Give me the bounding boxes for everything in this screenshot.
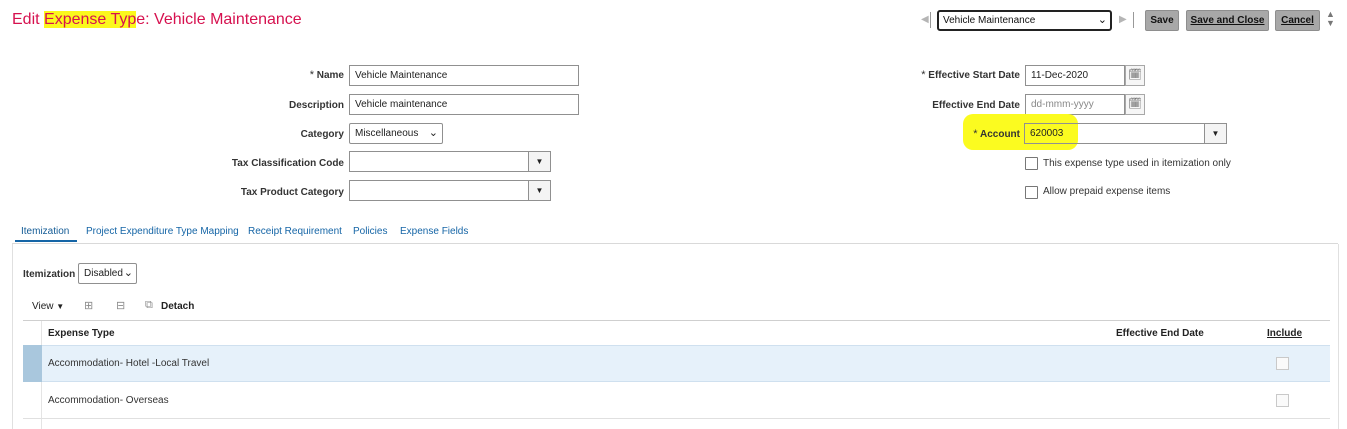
tab-itemization[interactable]: Itemization [21,226,69,237]
dropdown-arrow-icon[interactable]: ▼ [528,181,550,200]
itemization-only-checkbox[interactable] [1025,157,1038,170]
end-date-label: Effective End Date [932,100,1020,111]
start-date-label: * Effective Start Date [880,69,1020,81]
account-input[interactable]: 620003 ▼ [1024,123,1227,144]
previous-arrow-icon[interactable]: ◀ [921,14,929,25]
title-highlight: Expense Typ [44,11,137,28]
table-cell-expense-type: Accommodation- Hotel -Local Travel [48,358,210,369]
tax-product-label: Tax Product Category [240,187,344,198]
record-navigator-select[interactable]: Vehicle Maintenance ⌄ [937,10,1112,31]
active-tab-indicator [15,240,77,242]
view-menu[interactable]: View ▼ [32,301,64,312]
tax-classification-input[interactable]: ▼ [349,151,551,172]
name-label-text: Name [316,70,344,81]
table-row[interactable] [23,345,1330,382]
itemization-select[interactable]: Disabled ⌄ [78,263,137,284]
include-checkbox [1276,394,1289,407]
detach-button[interactable]: Detach [161,301,194,312]
dropdown-arrow-icon[interactable]: ▼ [528,152,550,171]
name-label: * Name [244,69,344,81]
include-checkbox [1276,357,1289,370]
account-label-text: Account [980,129,1020,140]
column-header-effective-end-date[interactable]: Effective End Date [1116,328,1204,339]
category-label: Category [300,129,344,140]
name-input[interactable]: Vehicle Maintenance [349,65,579,86]
table-row-divider [23,418,1330,419]
account-label: * Account [930,128,1020,140]
next-arrow-icon[interactable]: ▶ [1119,14,1127,25]
column-header-expense-type[interactable]: Expense Type [48,328,115,339]
category-value: Miscellaneous [355,128,419,139]
itemization-label: Itemization [23,269,76,280]
required-mark: * [921,69,926,81]
calendar-icon[interactable]: 🗓 [1125,94,1145,115]
calendar-icon[interactable]: 🗓 [1125,65,1145,86]
end-date-input[interactable]: dd-mmm-yyyy [1025,94,1125,115]
caret-down-icon: ▼ [56,302,65,311]
freeze-columns-icon[interactable]: ⊞ [84,299,93,312]
detach-icon[interactable]: ⧉ [145,299,153,312]
description-input[interactable]: Vehicle maintenance [349,94,579,115]
title-prefix: Edit [12,11,45,28]
account-value: 620003 [1030,128,1064,139]
column-header-include[interactable]: Include [1267,328,1302,339]
wrap-columns-icon[interactable]: ⊟ [116,299,125,312]
prepaid-checkbox[interactable] [1025,186,1038,199]
category-select[interactable]: Miscellaneous ⌄ [349,123,443,144]
save-and-close-button[interactable]: Save and Close [1186,10,1269,31]
chevron-down-icon: ⌄ [428,127,438,139]
start-date-label-text: Effective Start Date [928,70,1020,81]
row-selected-indicator[interactable] [23,345,42,382]
table-top-border [23,320,1330,321]
dropdown-arrow-icon[interactable]: ▼ [1204,124,1226,143]
table-cell-expense-type: Accommodation- Overseas [48,395,169,406]
record-navigator-value: Vehicle Maintenance [943,15,1036,26]
title-suffix: e: Vehicle Maintenance [136,11,302,28]
description-label: Description [288,100,344,111]
itemization-only-label: This expense type used in itemization on… [1043,158,1231,169]
chevron-down-icon: ⌄ [123,267,133,279]
tax-classification-label: Tax Classification Code [231,158,344,169]
itemization-value: Disabled [84,268,123,279]
required-mark: * [309,69,314,81]
cancel-button[interactable]: Cancel [1275,10,1320,31]
page-title: Edit Expense Type: Vehicle Maintenance [12,11,302,29]
tab-project-expenditure-type-mapping[interactable]: Project Expenditure Type Mapping [86,226,239,237]
expand-collapse-icon[interactable]: ▲ ▼ [1326,10,1335,28]
required-mark: * [973,128,978,140]
tab-receipt-requirement[interactable]: Receipt Requirement [248,226,342,237]
tax-product-input[interactable]: ▼ [349,180,551,201]
save-button[interactable]: Save [1145,10,1179,31]
view-menu-label: View [32,301,54,312]
tab-expense-fields[interactable]: Expense Fields [400,226,468,237]
tab-policies[interactable]: Policies [353,226,387,237]
prepaid-label: Allow prepaid expense items [1043,186,1171,197]
toolbar-separator [1133,12,1134,28]
toolbar-separator [930,12,931,28]
chevron-down-icon: ⌄ [1097,14,1107,26]
start-date-input[interactable]: 11-Dec-2020 [1025,65,1125,86]
